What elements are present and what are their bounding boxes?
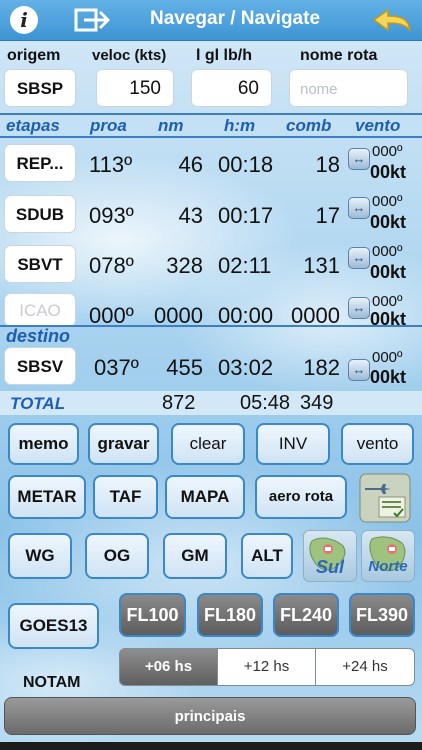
wind-toggle-icon[interactable]: ↔ <box>348 247 370 269</box>
col-nm: nm <box>158 116 184 135</box>
speed-label: veloc (kts) <box>92 47 167 64</box>
leg-nm: 46 <box>178 152 203 177</box>
route-airports-button[interactable]: aero rota <box>255 475 347 519</box>
destination-fuel: 182 <box>303 355 340 380</box>
destination-wind-speed: 00kt <box>370 367 407 387</box>
og-button[interactable]: OG <box>85 533 149 579</box>
col-heading: proa <box>90 116 127 135</box>
leg-code-field[interactable]: SDUB <box>4 195 76 233</box>
leg-time: 00:17 <box>218 203 274 228</box>
col-time: h:m <box>224 116 256 135</box>
leg-fuel: 18 <box>315 152 340 177</box>
principais-button[interactable]: principais <box>4 697 416 735</box>
leg-code-field[interactable]: SBVT <box>4 245 76 283</box>
flight-plan-icon[interactable] <box>359 473 411 523</box>
col-fuel: comb <box>286 116 332 135</box>
leg-fuel: 17 <box>315 203 340 228</box>
leg-wind-speed: 00kt <box>370 212 407 232</box>
col-legs: etapas <box>6 116 60 135</box>
leg-wind-dir: 000º <box>372 143 403 160</box>
total-nm: 872 <box>162 392 196 414</box>
navigate-arrow-icon[interactable] <box>74 6 114 34</box>
leg-code-field[interactable]: REP... <box>4 144 76 182</box>
route-name-placeholder: nome <box>300 81 338 98</box>
fl180-button[interactable]: FL180 <box>197 593 263 637</box>
destination-heading: 037º <box>94 355 139 380</box>
wind-button[interactable]: vento <box>341 423 414 465</box>
speed-field[interactable]: 150 <box>96 69 174 107</box>
forecast-24-segment[interactable]: +24 hs <box>315 648 415 686</box>
map-button[interactable]: MAPA <box>165 475 245 519</box>
divider <box>0 136 422 138</box>
wind-toggle-icon[interactable]: ↔ <box>348 197 370 219</box>
origin-label: origem <box>7 47 61 64</box>
wind-toggle-icon[interactable]: ↔ <box>348 297 370 319</box>
fuel-flow-label: l gl lb/h <box>196 47 252 64</box>
leg-time: 00:18 <box>218 152 274 177</box>
info-button[interactable]: i <box>10 6 38 34</box>
top-bar: i Navegar / Navigate <box>0 0 422 41</box>
page-title: Navegar / Navigate <box>149 8 321 29</box>
leg-wind-speed: 00kt <box>370 162 407 182</box>
leg-time: 02:11 <box>218 253 272 278</box>
route-name-field[interactable]: nome <box>289 69 408 107</box>
leg-wind-speed: 00kt <box>370 262 407 282</box>
leg-wind-dir: 000º <box>372 243 403 260</box>
forecast-06-segment[interactable]: +06 hs <box>119 648 218 686</box>
destination-time: 03:02 <box>218 355 274 380</box>
save-button[interactable]: gravar <box>88 423 159 465</box>
leg-heading: 093º <box>89 203 134 228</box>
destination-label: destino <box>6 326 71 346</box>
wind-toggle-icon[interactable]: ↔ <box>348 359 370 381</box>
fl240-button[interactable]: FL240 <box>273 593 339 637</box>
south-map-button[interactable]: Sul <box>303 530 357 582</box>
col-wind: vento <box>355 116 401 135</box>
destination-wind-dir: 000º <box>372 349 403 366</box>
north-label: Norte <box>368 558 408 575</box>
north-map-button[interactable]: Norte <box>361 530 415 582</box>
divider <box>0 113 422 115</box>
destination-code-field[interactable]: SBSV <box>4 347 76 385</box>
fl390-button[interactable]: FL390 <box>349 593 415 637</box>
metar-button[interactable]: METAR <box>8 475 86 519</box>
total-time: 05:48 <box>240 392 291 414</box>
leg-fuel: 131 <box>303 253 340 278</box>
back-arrow-icon[interactable] <box>372 8 412 34</box>
leg-wind-dir: 000º <box>372 293 403 310</box>
invert-button[interactable]: INV <box>256 423 330 465</box>
total-fuel: 349 <box>300 392 334 414</box>
alt-button[interactable]: ALT <box>241 533 293 579</box>
leg-heading: 113º <box>89 152 133 177</box>
route-name-label: nome rota <box>300 47 378 64</box>
wind-toggle-icon[interactable]: ↔ <box>348 148 370 170</box>
wg-button[interactable]: WG <box>8 533 72 579</box>
total-label: TOTAL <box>10 394 66 413</box>
destination-nm: 455 <box>166 355 203 380</box>
clear-button[interactable]: clear <box>171 423 245 465</box>
origin-field[interactable]: SBSP <box>4 69 76 107</box>
leg-code-field[interactable]: ICAO <box>4 293 76 327</box>
bottom-strip <box>0 742 422 750</box>
leg-heading: 078º <box>89 253 134 278</box>
taf-button[interactable]: TAF <box>93 475 158 519</box>
leg-wind-dir: 000º <box>372 193 403 210</box>
leg-nm: 328 <box>166 253 203 278</box>
memo-button[interactable]: memo <box>8 423 79 465</box>
leg-wind-speed: 00kt <box>370 309 407 325</box>
gm-button[interactable]: GM <box>163 533 227 579</box>
leg-nm: 43 <box>178 203 203 228</box>
notam-label[interactable]: NOTAM <box>23 674 80 692</box>
forecast-12-segment[interactable]: +12 hs <box>217 648 316 686</box>
fuel-flow-field[interactable]: 60 <box>191 69 272 107</box>
fl100-button[interactable]: FL100 <box>119 593 186 637</box>
goes13-button[interactable]: GOES13 <box>8 603 99 649</box>
south-label: Sul <box>315 557 344 577</box>
